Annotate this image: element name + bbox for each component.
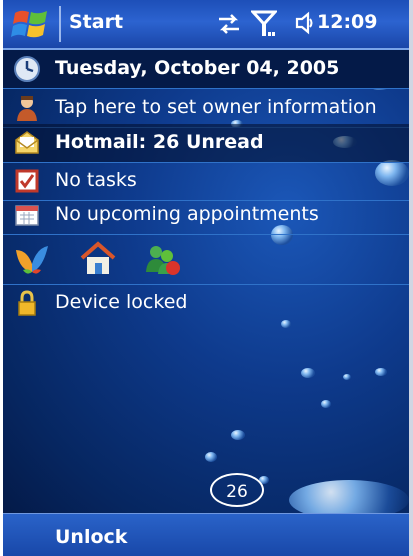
date-row[interactable]: Tuesday, October 04, 2005: [3, 50, 409, 89]
water-drop: [375, 368, 387, 376]
signal-icon[interactable]: [251, 10, 277, 38]
water-drop: [301, 368, 315, 378]
device: Start 12:09 Tuesday, October 04, 2005 Ta…: [0, 0, 413, 556]
water-drop: [205, 452, 217, 462]
launcher-row: 26: [3, 232, 409, 507]
owner-row[interactable]: Tap here to set owner information: [3, 89, 409, 128]
mail-row[interactable]: Hotmail: 26 Unread: [3, 124, 409, 163]
screen: Start 12:09 Tuesday, October 04, 2005 Ta…: [3, 0, 409, 556]
title-bar: Start 12:09: [3, 0, 409, 50]
clock-icon: [14, 56, 40, 82]
date-label: Tuesday, October 04, 2005: [55, 57, 340, 79]
lock-icon: [18, 290, 36, 316]
mail-label: Hotmail: 26 Unread: [55, 131, 264, 153]
appointments-row[interactable]: No upcoming appointments: [3, 196, 409, 235]
water-drop: [343, 374, 351, 380]
device-locked-row: Device locked: [3, 284, 409, 322]
title-separator: [59, 6, 61, 42]
owner-label: Tap here to set owner information: [55, 96, 377, 118]
water-drop: [321, 400, 331, 408]
speaker-icon[interactable]: [295, 11, 315, 35]
softkey-bar: Unlock: [3, 513, 409, 556]
water-drop: [231, 430, 245, 440]
calendar-icon: [15, 205, 39, 226]
home-icon[interactable]: [79, 240, 117, 278]
start-menu-button[interactable]: Start: [69, 11, 123, 33]
contacts-icon[interactable]: [143, 240, 181, 278]
windows-flag-icon[interactable]: [11, 7, 51, 41]
appointments-label: No upcoming appointments: [55, 203, 319, 225]
device-frame-edge: [409, 0, 413, 556]
mail-icon: [15, 131, 39, 154]
clock[interactable]: 12:09: [317, 11, 377, 33]
sync-icon[interactable]: [217, 13, 241, 35]
owner-icon: [17, 96, 37, 121]
unlock-softkey[interactable]: Unlock: [55, 526, 127, 548]
device-locked-label: Device locked: [55, 291, 188, 313]
tasks-icon: [15, 169, 39, 193]
unread-count-badge[interactable]: 26: [210, 473, 264, 507]
tasks-label: No tasks: [55, 169, 137, 191]
msn-butterfly-icon[interactable]: [13, 240, 51, 278]
